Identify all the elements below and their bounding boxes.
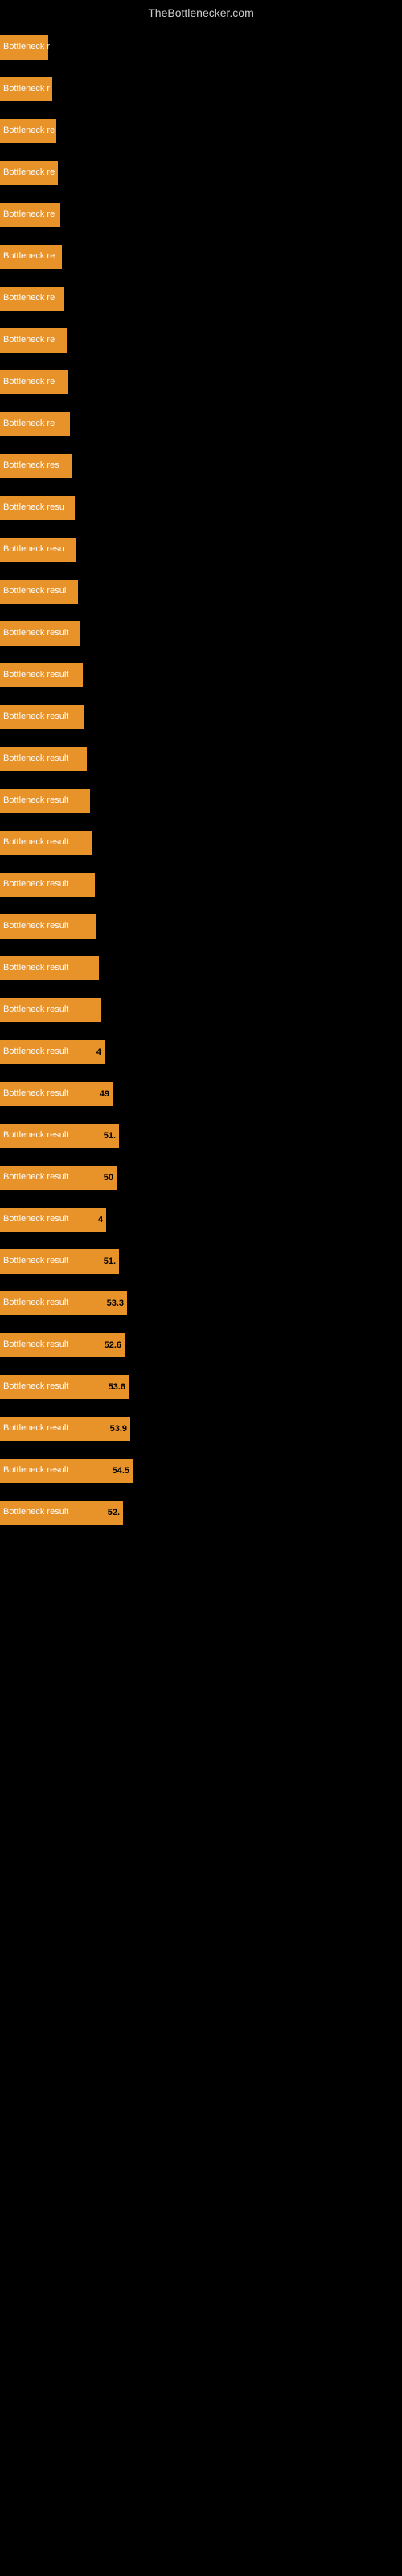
bar-row: Bottleneck result: [0, 993, 402, 1027]
bar-value: 51.: [104, 1131, 116, 1141]
bar-row: Bottleneck resul: [0, 575, 402, 609]
bar-row: 50 Bottleneck result: [0, 1161, 402, 1195]
bar-label: Bottleneck re: [3, 377, 55, 387]
bar-label: Bottleneck re: [3, 293, 55, 303]
bar-label: Bottleneck result: [3, 1005, 68, 1015]
bar-value: 52.6: [105, 1340, 121, 1350]
bar-row: Bottleneck result: [0, 617, 402, 650]
bar-row: Bottleneck re: [0, 114, 402, 148]
bar-row: Bottleneck result: [0, 700, 402, 734]
bar-row: Bottleneck result: [0, 826, 402, 860]
bar-label: Bottleneck result: [3, 795, 68, 806]
bar-label: Bottleneck re: [3, 419, 55, 429]
bar-label: Bottleneck r: [3, 42, 50, 52]
bar-row: 4 Bottleneck result: [0, 1203, 402, 1236]
bar-label: Bottleneck res: [3, 460, 59, 471]
bar-value: 4: [96, 1047, 101, 1057]
site-title: TheBottlenecker.com: [0, 0, 402, 23]
bar-row: Bottleneck result: [0, 952, 402, 985]
bar-row: Bottleneck re: [0, 365, 402, 399]
bar-row: Bottleneck resu: [0, 491, 402, 525]
bar-label: Bottleneck re: [3, 335, 55, 345]
bar-label: Bottleneck resu: [3, 544, 64, 555]
bar-value: 52.: [108, 1508, 120, 1517]
bar-row: Bottleneck result: [0, 658, 402, 692]
bar-row: Bottleneck r: [0, 72, 402, 106]
bar-row: 53.6 Bottleneck result: [0, 1370, 402, 1404]
bar-label: Bottleneck resul: [3, 586, 66, 597]
bar-label: Bottleneck result: [3, 1214, 68, 1224]
bar-row: 4 Bottleneck result: [0, 1035, 402, 1069]
bar-row: Bottleneck res: [0, 449, 402, 483]
bar-label: Bottleneck result: [3, 963, 68, 973]
bar-row: Bottleneck re: [0, 156, 402, 190]
bar-row: 53.9 Bottleneck result: [0, 1412, 402, 1446]
bar-label: Bottleneck result: [3, 1088, 68, 1099]
bar-label: Bottleneck result: [3, 837, 68, 848]
bar-label: Bottleneck result: [3, 1130, 68, 1141]
chart-area: Bottleneck r Bottleneck r Bottleneck re Bot…: [0, 23, 402, 1546]
bar-value: 53.3: [107, 1298, 124, 1308]
bar-row: 51. Bottleneck result: [0, 1119, 402, 1153]
bar-label: Bottleneck result: [3, 921, 68, 931]
bar-row: 52. Bottleneck result: [0, 1496, 402, 1530]
bar-row: 49 Bottleneck result: [0, 1077, 402, 1111]
bar-label: Bottleneck result: [3, 1423, 68, 1434]
bar-value: 53.6: [109, 1382, 125, 1392]
bar-row: Bottleneck re: [0, 198, 402, 232]
bar-row: Bottleneck result: [0, 742, 402, 776]
bar-label: Bottleneck r: [3, 84, 50, 94]
bar-label: Bottleneck re: [3, 126, 55, 136]
bar-label: Bottleneck result: [3, 1172, 68, 1183]
bar-value: 54.5: [113, 1466, 129, 1476]
bar-label: Bottleneck result: [3, 1381, 68, 1392]
bar-label: Bottleneck re: [3, 167, 55, 178]
bar-row: Bottleneck result: [0, 910, 402, 943]
bar-label: Bottleneck re: [3, 209, 55, 220]
bar-label: Bottleneck result: [3, 1298, 68, 1308]
bar-label: Bottleneck result: [3, 1507, 68, 1517]
bar-row: Bottleneck r: [0, 31, 402, 64]
bar-row: Bottleneck result: [0, 868, 402, 902]
bar-row: 53.3 Bottleneck result: [0, 1286, 402, 1320]
bar-label: Bottleneck result: [3, 879, 68, 890]
bar-row: Bottleneck re: [0, 407, 402, 441]
bar-label: Bottleneck result: [3, 628, 68, 638]
bar-row: 51. Bottleneck result: [0, 1245, 402, 1278]
bar-label: Bottleneck re: [3, 251, 55, 262]
bar-row: 54.5 Bottleneck result: [0, 1454, 402, 1488]
bar-label: Bottleneck result: [3, 1340, 68, 1350]
bar-label: Bottleneck result: [3, 670, 68, 680]
bar-value: 53.9: [110, 1424, 127, 1434]
bar-row: Bottleneck re: [0, 282, 402, 316]
bar-value: 4: [98, 1215, 103, 1224]
bar-label: Bottleneck resu: [3, 502, 64, 513]
bar-value: 49: [100, 1089, 109, 1099]
bar-row: Bottleneck re: [0, 324, 402, 357]
bar-row: Bottleneck result: [0, 784, 402, 818]
bar-row: 52.6 Bottleneck result: [0, 1328, 402, 1362]
bar-label: Bottleneck result: [3, 1256, 68, 1266]
bar-label: Bottleneck result: [3, 1046, 68, 1057]
bar-value: 50: [104, 1173, 113, 1183]
bar-value: 51.: [104, 1257, 116, 1266]
bar-row: Bottleneck resu: [0, 533, 402, 567]
bar-label: Bottleneck result: [3, 1465, 68, 1476]
bar-label: Bottleneck result: [3, 753, 68, 764]
bar-label: Bottleneck result: [3, 712, 68, 722]
bar-row: Bottleneck re: [0, 240, 402, 274]
